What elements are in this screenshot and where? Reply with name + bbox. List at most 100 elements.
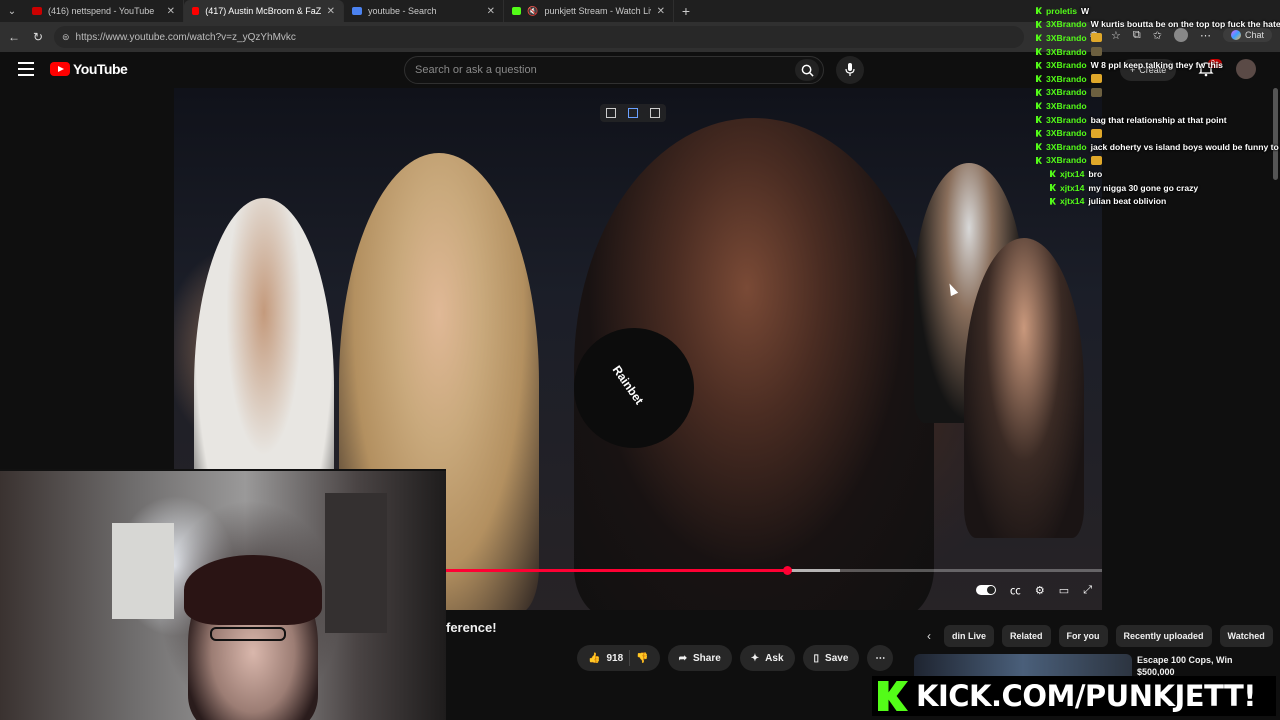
muted-speaker-icon[interactable]: 🔇	[527, 6, 538, 17]
tab-austin-mcbroom[interactable]: (417) Austin McBroom & FaZe Temperrr ✕	[184, 0, 344, 22]
chat-message: 3XBrando jack doherty vs island boys woul…	[1036, 140, 1280, 154]
chip-related[interactable]: Related	[1002, 625, 1051, 647]
search-placeholder: Search or ask a question	[415, 64, 537, 76]
chat-username[interactable]: 3XBrando	[1046, 74, 1087, 84]
kick-favicon-icon	[512, 7, 522, 15]
chat-text: julian beat oblivion	[1088, 196, 1167, 207]
streamer-hair	[184, 555, 322, 625]
thumbs-down-icon[interactable]: 👎	[636, 653, 648, 664]
recommended-video-title[interactable]: Escape 100 Cops, Win $500,000	[1137, 654, 1267, 678]
close-icon[interactable]: ✕	[167, 6, 175, 17]
reload-icon[interactable]: ↻	[30, 29, 46, 45]
search-button[interactable]	[795, 59, 819, 81]
webcam-background-chair	[325, 493, 387, 633]
fullscreen-icon[interactable]: ⤢	[1083, 584, 1092, 597]
share-button[interactable]: ➦ Share	[667, 645, 732, 671]
voice-search-button[interactable]	[836, 56, 864, 84]
kick-badge-icon	[1036, 34, 1042, 42]
close-icon[interactable]: ✕	[487, 6, 495, 17]
chat-username[interactable]: 3XBrando	[1046, 142, 1087, 152]
chat-username[interactable]: 3XBrando	[1046, 60, 1087, 70]
settings-gear-icon[interactable]: ⚙	[1035, 584, 1045, 597]
youtube-play-icon	[50, 62, 70, 76]
pip-icon[interactable]	[606, 108, 616, 118]
miniplayer-icon[interactable]: ▭	[1059, 584, 1069, 597]
chat-message: proletis W	[1036, 4, 1280, 18]
bookmark-icon: ▯	[813, 652, 820, 664]
chat-message: 3XBrando W 8 ppl keep talking they fw thi…	[1036, 58, 1280, 72]
chat-username[interactable]: xjtx14	[1060, 169, 1084, 179]
chat-text: W 8 ppl keep talking they fw this	[1090, 60, 1223, 71]
address-bar[interactable]: ⊜ https://www.youtube.com/watch?v=z_yQzY…	[54, 26, 1024, 48]
chat-text: W	[1081, 5, 1090, 16]
youtube-favicon-icon	[192, 7, 200, 15]
tab-youtube-search[interactable]: youtube - Search ✕	[344, 0, 504, 22]
tab-title: (417) Austin McBroom & FaZe Temperrr	[205, 6, 321, 16]
youtube-logo[interactable]: YouTube	[50, 61, 128, 77]
tab-title: punkjett Stream - Watch Live	[544, 6, 651, 16]
chat-username[interactable]: 3XBrando	[1046, 19, 1087, 29]
kick-badge-icon	[1050, 197, 1056, 205]
save-label: Save	[825, 652, 849, 664]
search-input[interactable]: Search or ask a question	[404, 56, 824, 84]
chat-username[interactable]: xjtx14	[1060, 196, 1084, 206]
video-title: ference!	[446, 620, 497, 635]
share-arrow-icon: ➦	[678, 652, 687, 664]
subtitles-icon[interactable]: ㏄	[1010, 582, 1021, 598]
chat-username[interactable]: 3XBrando	[1046, 155, 1087, 165]
search-icon	[801, 64, 814, 77]
chat-username[interactable]: 3XBrando	[1046, 47, 1087, 57]
notes-icon[interactable]	[650, 108, 660, 118]
chat-message: 3XBrando	[1036, 154, 1280, 168]
ask-label: Ask	[765, 652, 784, 664]
progress-played	[446, 569, 788, 572]
close-icon[interactable]: ✕	[327, 6, 335, 17]
chat-emote-icon	[1090, 155, 1102, 165]
more-horizontal-icon: ⋯	[875, 652, 886, 664]
back-arrow-icon[interactable]: ←	[6, 29, 22, 45]
chat-emote-icon	[1090, 87, 1102, 97]
like-count[interactable]: 918	[606, 653, 623, 664]
share-label: Share	[692, 652, 721, 664]
autoplay-toggle[interactable]	[975, 585, 996, 595]
chip-live[interactable]: din Live	[944, 625, 995, 647]
kick-badge-icon	[1036, 116, 1042, 124]
chat-message: 3XBrando	[1036, 31, 1280, 45]
tab-search-icon[interactable]: ⌄	[0, 0, 24, 22]
chat-username[interactable]: 3XBrando	[1046, 128, 1087, 138]
close-icon[interactable]: ✕	[657, 6, 665, 17]
save-button[interactable]: ▯ Save	[802, 645, 860, 671]
chat-emote-icon	[1090, 47, 1102, 57]
more-actions-button[interactable]: ⋯	[867, 645, 894, 671]
chip-for-you[interactable]: For you	[1058, 625, 1108, 647]
menu-hamburger-icon[interactable]	[18, 62, 34, 76]
chip-watched[interactable]: Watched	[1219, 625, 1273, 647]
kick-banner: KICK.COM/PUNKJETT!	[872, 676, 1276, 716]
background-woman-phone	[964, 238, 1084, 538]
capture-icon[interactable]	[628, 108, 638, 118]
chat-message: xjtx14 bro	[1036, 167, 1280, 181]
youtube-favicon-icon	[32, 7, 42, 15]
chat-username[interactable]: 3XBrando	[1046, 115, 1087, 125]
ask-button[interactable]: ✦ Ask	[739, 645, 795, 671]
sparkle-icon: ✦	[750, 652, 760, 664]
tab-nettspend[interactable]: (416) nettspend - YouTube ✕	[24, 0, 184, 22]
thumbs-up-icon[interactable]: 👍	[588, 653, 600, 664]
kick-badge-icon	[1036, 102, 1042, 110]
tab-punkjett-stream[interactable]: 🔇 punkjett Stream - Watch Live ✕	[504, 0, 674, 22]
tab-title: youtube - Search	[368, 6, 437, 16]
chip-recently-uploaded[interactable]: Recently uploaded	[1115, 625, 1212, 647]
chat-username[interactable]: 3XBrando	[1046, 101, 1087, 111]
chat-username[interactable]: 3XBrando	[1046, 87, 1087, 97]
kick-badge-icon	[1036, 75, 1042, 83]
progress-bar[interactable]	[446, 566, 1102, 575]
site-info-icon[interactable]: ⊜	[62, 32, 70, 43]
chat-username[interactable]: xjtx14	[1060, 183, 1084, 193]
kick-url-text: KICK.COM/PUNKJETT!	[916, 679, 1257, 713]
chat-username[interactable]: 3XBrando	[1046, 33, 1087, 43]
kick-badge-icon	[1036, 20, 1042, 28]
chevron-left-icon[interactable]: ‹	[922, 629, 936, 643]
new-tab-plus-icon[interactable]: +	[674, 3, 698, 19]
kick-badge-icon	[1036, 129, 1042, 137]
chat-username[interactable]: proletis	[1046, 6, 1077, 16]
